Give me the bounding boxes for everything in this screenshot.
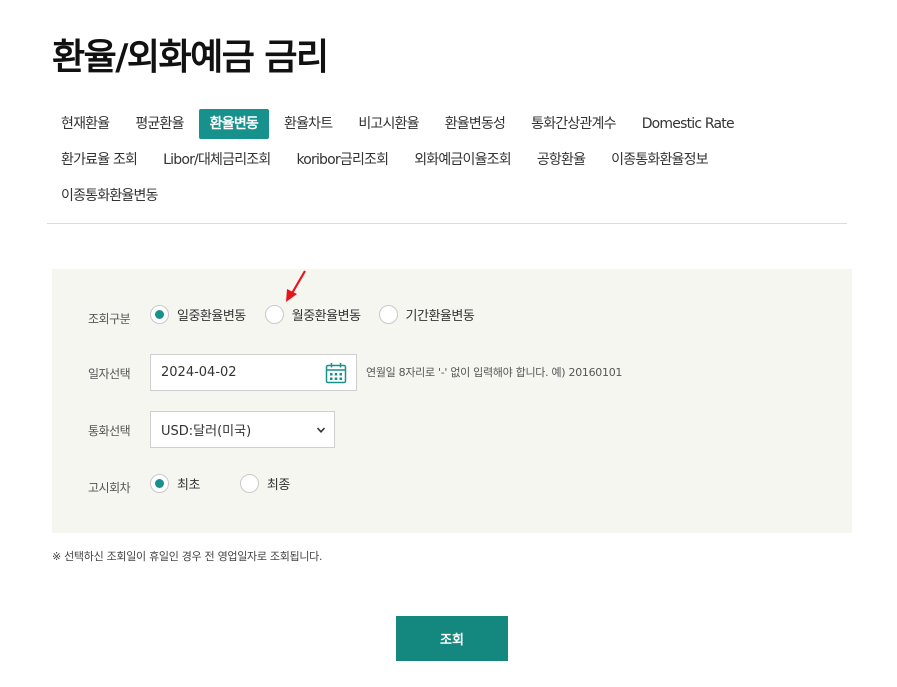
- tab-rate-change[interactable]: 환율변동: [198, 109, 269, 139]
- calendar-icon[interactable]: [325, 362, 347, 384]
- tab-fx-deposit-rate[interactable]: 외화예금이율조회: [403, 145, 522, 175]
- search-button[interactable]: 조회: [396, 616, 508, 661]
- tab-menu: 현재환율 평균환율 환율변동 환율차트 비고시환율 환율변동성 통화간상관계수 …: [50, 106, 850, 214]
- divider: [47, 223, 847, 224]
- tab-row-2: 환가료율 조회 Libor/대체금리조회 koribor금리조회 외화예금이율조…: [50, 142, 850, 178]
- tab-libor[interactable]: Libor/대체금리조회: [152, 145, 281, 175]
- tab-row-3: 이종통화환율변동: [50, 178, 850, 214]
- tab-domestic-rate[interactable]: Domestic Rate: [631, 109, 745, 139]
- tab-row-1: 현재환율 평균환율 환율변동 환율차트 비고시환율 환율변동성 통화간상관계수 …: [50, 106, 850, 142]
- notice-round-radio-group: 최초 최종: [150, 474, 290, 493]
- tab-airport-rate[interactable]: 공항환율: [526, 145, 596, 175]
- notice-round-label: 고시회차: [88, 481, 131, 495]
- date-input[interactable]: [161, 365, 311, 380]
- tab-exchange-commission[interactable]: 환가료율 조회: [50, 145, 148, 175]
- currency-select[interactable]: USD:달러(미국): [150, 411, 335, 448]
- radio-daily-change-label[interactable]: 일중환율변동: [177, 305, 246, 324]
- radio-final-notice[interactable]: [239, 474, 259, 493]
- page-title: 환율/외화예금 금리: [52, 37, 329, 78]
- search-panel: 조회구분 일중환율변동 월중환율변동 기간환율변동 일자선택 연월일 8자리로 …: [52, 269, 852, 533]
- tab-currency-correlation[interactable]: 통화간상관계수: [520, 109, 627, 139]
- date-label: 일자선택: [88, 367, 131, 381]
- query-type-radio-group: 일중환율변동 월중환율변동 기간환율변동: [150, 305, 475, 324]
- radio-first-notice[interactable]: [150, 474, 169, 493]
- radio-daily-change[interactable]: [150, 305, 169, 324]
- tab-non-notice-rate[interactable]: 비고시환율: [347, 109, 429, 139]
- query-type-label: 조회구분: [88, 312, 131, 326]
- tab-average-rate[interactable]: 평균환율: [124, 109, 194, 139]
- holiday-notice: ※ 선택하신 조회일이 휴일인 경우 전 영업일자로 조회됩니다.: [52, 550, 323, 563]
- tab-current-rate[interactable]: 현재환율: [50, 109, 120, 139]
- tab-rate-chart[interactable]: 환율차트: [273, 109, 343, 139]
- radio-first-notice-label[interactable]: 최초: [177, 474, 200, 493]
- radio-period-change-label[interactable]: 기간환율변동: [406, 305, 475, 324]
- radio-period-change[interactable]: [378, 305, 398, 324]
- chevron-down-icon: [316, 427, 326, 433]
- currency-select-value: USD:달러(미국): [161, 424, 252, 439]
- red-arrow-annotation-icon: [286, 270, 306, 302]
- currency-label: 통화선택: [88, 424, 131, 438]
- radio-monthly-change[interactable]: [264, 305, 284, 324]
- radio-monthly-change-label[interactable]: 월중환율변동: [292, 305, 361, 324]
- tab-rate-volatility[interactable]: 환율변동성: [434, 109, 516, 139]
- date-field[interactable]: [150, 354, 357, 391]
- date-hint: 연월일 8자리로 '-' 없이 입력해야 합니다. 예) 20160101: [366, 366, 623, 379]
- tab-cross-rate-info[interactable]: 이종통화환율정보: [600, 145, 719, 175]
- tab-cross-rate-change[interactable]: 이종통화환율변동: [50, 181, 169, 211]
- tab-koribor[interactable]: koribor금리조회: [285, 145, 399, 175]
- radio-final-notice-label[interactable]: 최종: [267, 474, 290, 493]
